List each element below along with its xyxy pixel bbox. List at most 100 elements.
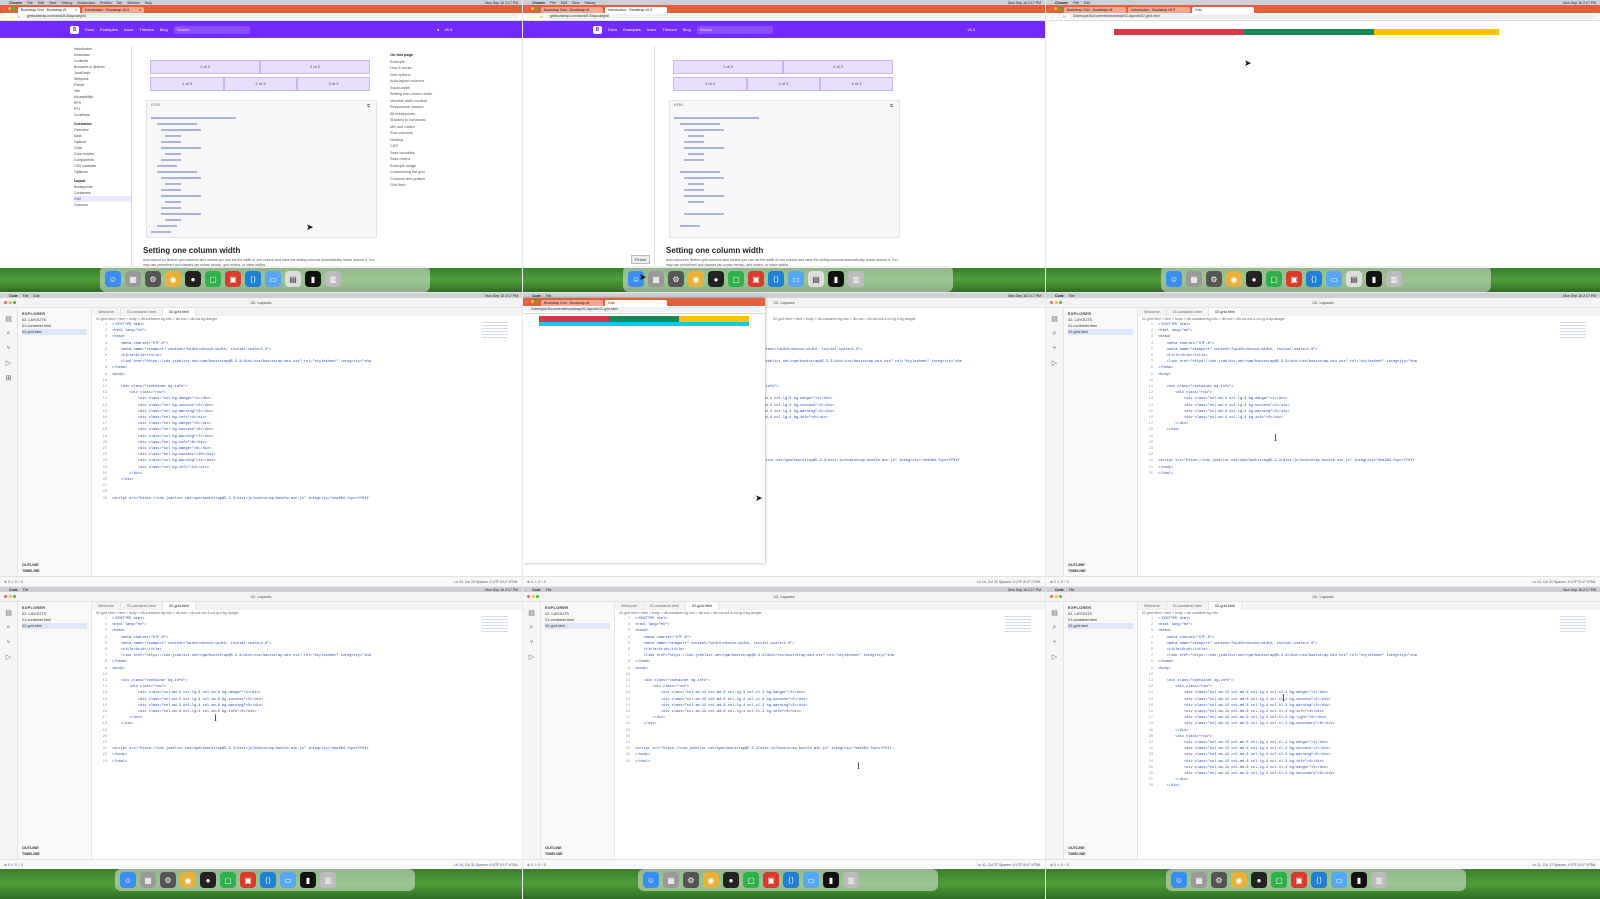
source-control-icon[interactable]: ⑂ <box>1046 345 1063 352</box>
trash-icon[interactable]: ▥ <box>843 872 859 888</box>
search-icon[interactable]: ⌕ <box>1046 624 1063 632</box>
close-window-button[interactable] <box>3 7 6 10</box>
zoom-window-button[interactable] <box>13 301 16 304</box>
trash-icon[interactable]: ▥ <box>848 271 864 287</box>
finder-icon[interactable]: ☺ <box>120 872 136 888</box>
minimap[interactable] <box>482 616 508 634</box>
file-item-active[interactable]: 02-grid.html <box>545 623 610 629</box>
folder-icon[interactable]: ▭ <box>265 271 281 287</box>
settings-icon[interactable]: ⚙ <box>668 271 684 287</box>
run-debug-icon[interactable]: ▷ <box>0 653 17 661</box>
explorer-icon[interactable]: ▤ <box>0 609 17 617</box>
menu-app[interactable]: Chrome <box>1055 1 1068 5</box>
settings-icon[interactable]: ⚙ <box>160 872 176 888</box>
code-editor[interactable]: 1<!DOCTYPE html>2<html lang="en">3<head>… <box>1138 616 1600 859</box>
chrome-icon[interactable]: ◉ <box>688 271 704 287</box>
copy-icon[interactable]: ⧉ <box>890 103 893 108</box>
menu-edit[interactable]: Edit <box>38 1 44 5</box>
terminal-icon[interactable]: ▮ <box>823 872 839 888</box>
menu-view[interactable]: View <box>572 1 580 5</box>
code-line[interactable]: 24 </html> <box>615 759 1045 765</box>
nav-docs[interactable]: Docs <box>608 27 617 32</box>
github-icon[interactable]: ● <box>723 872 739 888</box>
explorer-icon[interactable]: ▤ <box>1046 315 1063 323</box>
run-debug-icon[interactable]: ▷ <box>1046 653 1063 661</box>
finder-icon[interactable]: ☺ <box>105 271 121 287</box>
preview-icon[interactable]: ▤ <box>285 271 301 287</box>
close-tab-icon[interactable]: × <box>139 8 141 12</box>
source-control-icon[interactable]: ⑂ <box>1046 639 1063 646</box>
sidebar-link[interactable]: Contribute <box>74 112 132 118</box>
finder-icon[interactable]: ☺ <box>1166 271 1182 287</box>
terminal-icon[interactable]: ▮ <box>1351 872 1367 888</box>
run-debug-icon[interactable]: ▷ <box>523 653 540 661</box>
toc-link[interactable]: Grid tiers <box>390 182 460 189</box>
messages-icon[interactable]: ▢ <box>1266 271 1282 287</box>
nav-examples[interactable]: Examples <box>100 27 118 32</box>
forward-icon[interactable]: → <box>534 15 538 19</box>
settings-icon[interactable]: ⚙ <box>145 271 161 287</box>
code-editor[interactable]: 1<!DOCTYPE html>2<html lang="en">3<head>… <box>615 616 1045 859</box>
source-control-icon[interactable]: ⑂ <box>0 639 17 646</box>
finder-icon[interactable]: ☺ <box>1171 872 1187 888</box>
chrome-icon[interactable]: ◉ <box>165 271 181 287</box>
settings-icon[interactable]: ⚙ <box>1211 872 1227 888</box>
menu-edit[interactable]: Edit <box>1084 1 1090 5</box>
run-debug-icon[interactable]: ▷ <box>0 359 17 367</box>
github-icon[interactable]: ● <box>200 872 216 888</box>
code-editor[interactable]: 1<!DOCTYPE html>2<html lang="en">3<head>… <box>92 322 522 576</box>
docs-search-input[interactable]: Search <box>696 25 773 34</box>
search-icon[interactable]: ⌕ <box>0 330 17 338</box>
menu-view[interactable]: View <box>49 1 57 5</box>
sidebar-link[interactable]: Columns <box>74 202 132 208</box>
folder-icon[interactable]: ▭ <box>280 872 296 888</box>
tab-container[interactable]: 01-container.html <box>121 308 163 316</box>
github-icon[interactable]: ● <box>1251 872 1267 888</box>
file-item-active[interactable]: 02-grid.html <box>22 329 87 335</box>
chrome-icon[interactable]: ◉ <box>180 872 196 888</box>
zoom-window-button[interactable] <box>535 7 538 10</box>
extensions-icon[interactable]: ⊞ <box>0 374 17 382</box>
back-icon[interactable]: ← <box>1050 15 1054 19</box>
office-icon[interactable]: ▣ <box>1286 271 1302 287</box>
folder-icon[interactable]: ▭ <box>788 271 804 287</box>
vscode-icon[interactable]: ⟨⟩ <box>783 872 799 888</box>
close-window-button[interactable] <box>526 7 529 10</box>
search-icon[interactable]: ⌕ <box>523 624 540 632</box>
minimize-window-button[interactable] <box>1053 7 1057 10</box>
code-line[interactable]: 24 </html> <box>92 759 522 765</box>
office-icon[interactable]: ▣ <box>1291 872 1307 888</box>
minimap[interactable] <box>482 322 508 340</box>
nav-icons[interactable]: Icons <box>647 27 657 32</box>
minimize-window-button[interactable] <box>7 7 11 10</box>
code-line[interactable]: 29 <script src="https://cdn.jsdelivr.net/… <box>92 496 522 502</box>
source-control-icon[interactable]: ⑂ <box>523 639 540 646</box>
launchpad-icon[interactable]: ▦ <box>1186 271 1202 287</box>
terminal-icon[interactable]: ▮ <box>1366 271 1382 287</box>
trash-icon[interactable]: ▥ <box>1371 872 1387 888</box>
search-icon[interactable]: ⌕ <box>1046 330 1063 338</box>
reload-icon[interactable]: ↻ <box>1063 15 1066 19</box>
preview-icon[interactable]: ▤ <box>808 271 824 287</box>
nav-blog[interactable]: Blog <box>160 27 168 32</box>
reload-icon[interactable]: ↻ <box>540 15 543 19</box>
nav-blog[interactable]: Blog <box>683 27 691 32</box>
close-tab-icon[interactable]: × <box>75 8 77 12</box>
explorer-icon[interactable]: ▤ <box>0 315 17 323</box>
terminal-icon[interactable]: ▮ <box>305 271 321 287</box>
menu-tab[interactable]: Tab <box>117 1 123 5</box>
office-icon[interactable]: ▣ <box>225 271 241 287</box>
menu-history[interactable]: History <box>584 1 595 5</box>
office-icon[interactable]: ▣ <box>763 872 779 888</box>
menu-profiles[interactable]: Profiles <box>100 1 112 5</box>
zoom-window-button[interactable] <box>1058 7 1061 10</box>
close-window-button[interactable] <box>1049 7 1052 10</box>
vscode-icon[interactable]: ⟨⟩ <box>768 271 784 287</box>
menu-app[interactable]: Chrome <box>9 1 22 5</box>
file-item-active[interactable]: 02-grid.html <box>22 623 87 629</box>
tab-welcome[interactable]: Welcome <box>92 308 121 316</box>
version-dropdown[interactable]: v5.3 <box>967 27 975 32</box>
forward-icon[interactable]: → <box>1057 15 1061 19</box>
menu-help[interactable]: Help <box>145 1 152 5</box>
back-icon[interactable]: ← <box>4 15 8 19</box>
